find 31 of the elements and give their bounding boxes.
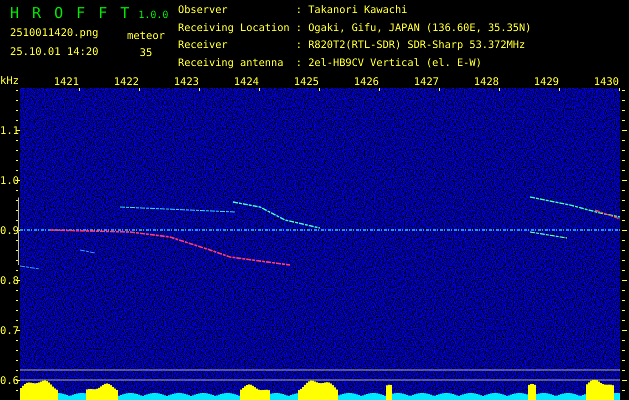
x-axis-label: 1424	[234, 76, 259, 88]
info-value: : Ogaki, Gifu, JAPAN (136.60E, 35.35N)	[294, 22, 532, 36]
y-axis-label: 0.7	[0, 325, 19, 337]
info-value: : Takanori Kawachi	[294, 4, 408, 18]
axis-unit: kHz	[0, 75, 19, 87]
x-axis-label: 1428	[474, 76, 499, 88]
x-axis-label: 1425	[294, 76, 319, 88]
info-label: Receiver	[178, 39, 229, 53]
date-time: 25.10.01 14:20	[10, 46, 100, 58]
x-axis-label: 1422	[114, 76, 139, 88]
app-title: H R O F F T	[10, 4, 130, 22]
x-axis-label: 1429	[534, 76, 559, 88]
x-axis-label: 1423	[174, 76, 199, 88]
info-value: : R820T2(RTL-SDR) SDR-Sharp 53.372MHz	[294, 39, 526, 53]
y-axis-label: 0.6	[0, 375, 19, 387]
x-axis-label: 1430	[594, 76, 619, 88]
x-axis-label: 1421	[54, 76, 79, 88]
x-axis-label: 1426	[354, 76, 379, 88]
x-axis-label: 1427	[414, 76, 439, 88]
y-axis-label: 1.0	[0, 175, 19, 187]
y-axis-label: 0.9	[0, 225, 19, 237]
info-label: Receiving antenna	[178, 56, 284, 70]
y-axis-label: 1.1	[0, 125, 19, 137]
y-axis-label: 0.8	[0, 275, 19, 287]
app-version: 1.0.0	[138, 10, 168, 21]
file-name: 2510011420.png	[10, 27, 100, 39]
info-label: Observer	[178, 4, 229, 18]
counter-label: meteor	[127, 30, 165, 42]
info-value: : 2el-HB9CV Vertical (el. E-W)	[294, 56, 483, 70]
counter-value: 35	[140, 47, 152, 59]
info-label: Receiving Location	[178, 22, 290, 36]
